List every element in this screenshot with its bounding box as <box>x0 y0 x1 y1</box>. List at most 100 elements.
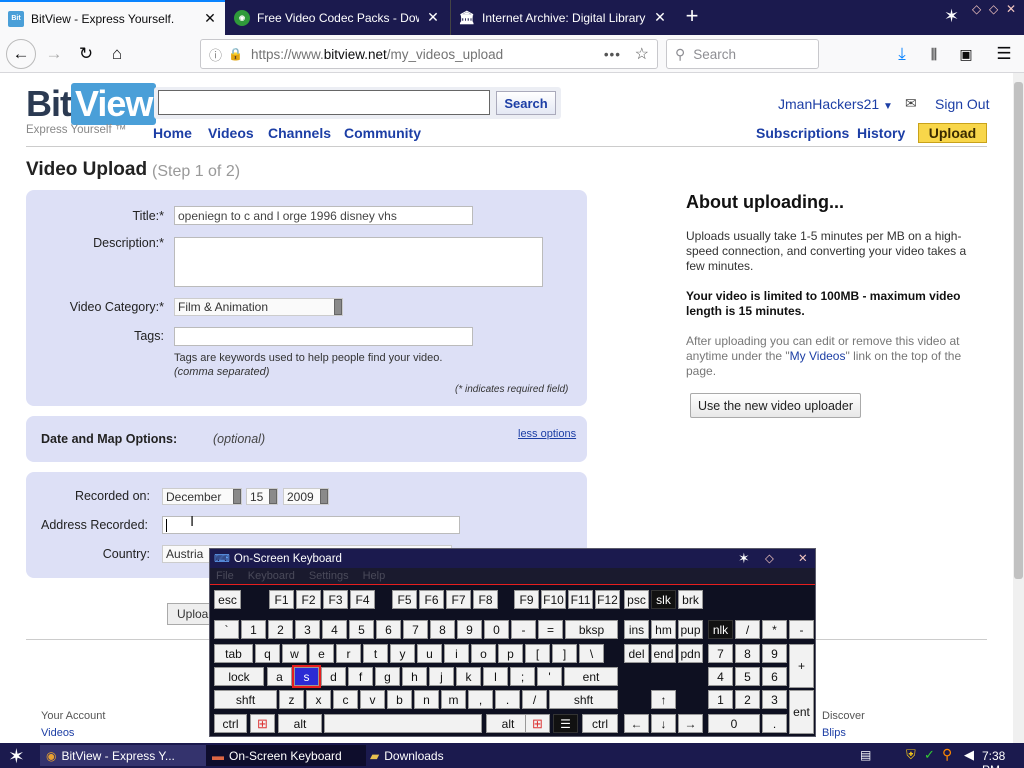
key-row2-7[interactable]: i <box>444 644 469 663</box>
less-options-link[interactable]: less options <box>518 428 576 440</box>
key-row4-9[interactable]: / <box>522 690 547 709</box>
key-row3-5[interactable]: h <box>402 667 427 686</box>
key-tab[interactable]: tab <box>214 644 253 663</box>
key-row1-9[interactable]: 9 <box>457 620 482 639</box>
key-row1-1[interactable]: 1 <box>241 620 266 639</box>
key-num1[interactable]: 1 <box>708 690 733 709</box>
taskbar-downloads[interactable]: ▰ Downloads <box>364 745 524 766</box>
key-row3-4[interactable]: g <box>375 667 400 686</box>
key-numlock[interactable]: nlk <box>708 620 733 639</box>
key-pageup[interactable]: pup <box>678 620 703 639</box>
key-row4-2[interactable]: c <box>333 690 358 709</box>
info-icon[interactable]: ⓘ <box>209 45 222 64</box>
key-f6[interactable]: F6 <box>419 590 444 609</box>
key-row2-8[interactable]: o <box>471 644 496 663</box>
key-row4-0[interactable]: z <box>279 690 304 709</box>
tab-internet-archive[interactable]: 🏛 Internet Archive: Digital Library of ✕ <box>450 0 675 35</box>
close-window-icon[interactable]: ✕ <box>1006 2 1016 16</box>
close-tab-icon[interactable]: ✕ <box>653 9 667 26</box>
key-f3[interactable]: F3 <box>323 590 348 609</box>
key-psc[interactable]: psc <box>624 590 649 609</box>
key-num6[interactable]: 6 <box>762 667 787 686</box>
key-shift-left[interactable]: shft <box>214 690 277 709</box>
key-pagedown[interactable]: pdn <box>678 644 703 663</box>
mail-icon[interactable]: ✉ <box>905 95 917 112</box>
tab-bitview[interactable]: Bit BitView - Express Yourself. ✕ <box>0 0 225 35</box>
key-row4-6[interactable]: m <box>441 690 466 709</box>
taskbar-bitview[interactable]: ◉ BitView - Express Y... <box>40 745 210 766</box>
key-row4-7[interactable]: , <box>468 690 493 709</box>
key-num-decimal[interactable]: . <box>762 714 787 733</box>
key-row3-9[interactable]: ; <box>510 667 535 686</box>
minimize-icon[interactable]: ◇ <box>972 2 981 16</box>
address-input[interactable] <box>162 516 460 534</box>
key-arrow-down[interactable]: ↓ <box>651 714 676 733</box>
key-arrow-left[interactable]: ← <box>624 714 649 733</box>
key-enter[interactable]: ent <box>564 667 618 686</box>
key-alt-right[interactable]: alt <box>486 714 530 733</box>
site-search-button[interactable]: Search <box>496 91 556 115</box>
key-arrow-up[interactable]: ↑ <box>651 690 676 709</box>
key-row1-4[interactable]: 4 <box>322 620 347 639</box>
key-esc[interactable]: esc <box>214 590 241 609</box>
key-row4-8[interactable]: . <box>495 690 520 709</box>
key-capslock[interactable]: lock <box>214 667 264 686</box>
key-row3-10[interactable]: ' <box>537 667 562 686</box>
footer-videos-link[interactable]: Videos <box>41 727 74 739</box>
home-button[interactable]: ⌂ <box>103 41 131 67</box>
restore-icon[interactable]: ◇ <box>989 2 998 16</box>
key-row1-10[interactable]: 0 <box>484 620 509 639</box>
key-row3-0[interactable]: a <box>267 667 292 686</box>
key-num8[interactable]: 8 <box>735 644 760 663</box>
key-row3-7[interactable]: k <box>456 667 481 686</box>
key-num4[interactable]: 4 <box>708 667 733 686</box>
key-row2-1[interactable]: w <box>282 644 307 663</box>
key-row2-11[interactable]: ] <box>552 644 577 663</box>
key-row2-5[interactable]: y <box>390 644 415 663</box>
key-row4-5[interactable]: n <box>414 690 439 709</box>
nav-home[interactable]: Home <box>153 125 192 141</box>
key-end[interactable]: end <box>651 644 676 663</box>
key-row1-11[interactable]: - <box>511 620 536 639</box>
key-row2-3[interactable]: r <box>336 644 361 663</box>
key-f1[interactable]: F1 <box>269 590 294 609</box>
windows-key-icon[interactable]: ⊞ <box>250 714 275 733</box>
sign-out-link[interactable]: Sign Out <box>935 96 989 112</box>
key-f2[interactable]: F2 <box>296 590 321 609</box>
close-tab-icon[interactable]: ✕ <box>426 9 440 26</box>
nav-channels[interactable]: Channels <box>268 125 331 141</box>
volume-icon[interactable]: ◀ <box>964 747 974 763</box>
sync-icon[interactable]: ✓ <box>924 747 935 763</box>
nav-videos[interactable]: Videos <box>208 125 254 141</box>
title-input[interactable]: openiegn to c and l orge 1996 disney vhs <box>174 206 473 225</box>
key-row4-4[interactable]: b <box>387 690 412 709</box>
key-row2-2[interactable]: e <box>309 644 334 663</box>
key-ins[interactable]: ins <box>624 620 649 639</box>
key-f11[interactable]: F11 <box>568 590 593 609</box>
key-backspace[interactable]: bksp <box>565 620 618 639</box>
key-row1-7[interactable]: 7 <box>403 620 428 639</box>
user-menu[interactable]: JmanHackers21 ▼ <box>778 96 893 112</box>
key-alt-left[interactable]: alt <box>278 714 322 733</box>
key-num-enter[interactable]: ent <box>789 690 814 734</box>
key-row4-3[interactable]: v <box>360 690 385 709</box>
key-row1-3[interactable]: 3 <box>295 620 320 639</box>
menu-key-icon[interactable]: ☰ <box>553 714 578 733</box>
key-row2-6[interactable]: u <box>417 644 442 663</box>
key-f4[interactable]: F4 <box>350 590 375 609</box>
category-select[interactable]: Film & Animation <box>174 298 343 316</box>
key-space[interactable] <box>324 714 482 733</box>
key-f10[interactable]: F10 <box>541 590 566 609</box>
back-button[interactable]: ← <box>6 39 36 69</box>
key-ctrl-left[interactable]: ctrl <box>214 714 247 733</box>
forward-button[interactable]: → <box>40 41 68 67</box>
key-num7[interactable]: 7 <box>708 644 733 663</box>
key-row2-9[interactable]: p <box>498 644 523 663</box>
key-row3-1[interactable]: s <box>292 665 321 688</box>
menu-icon[interactable]: ☰ <box>990 41 1018 67</box>
key-row2-12[interactable]: \ <box>579 644 604 663</box>
downloads-icon[interactable]: ⤓ <box>888 41 916 67</box>
taskbar-osk[interactable]: ▬ On-Screen Keyboard <box>206 745 366 766</box>
key-f5[interactable]: F5 <box>392 590 417 609</box>
site-search-input[interactable] <box>158 90 490 115</box>
